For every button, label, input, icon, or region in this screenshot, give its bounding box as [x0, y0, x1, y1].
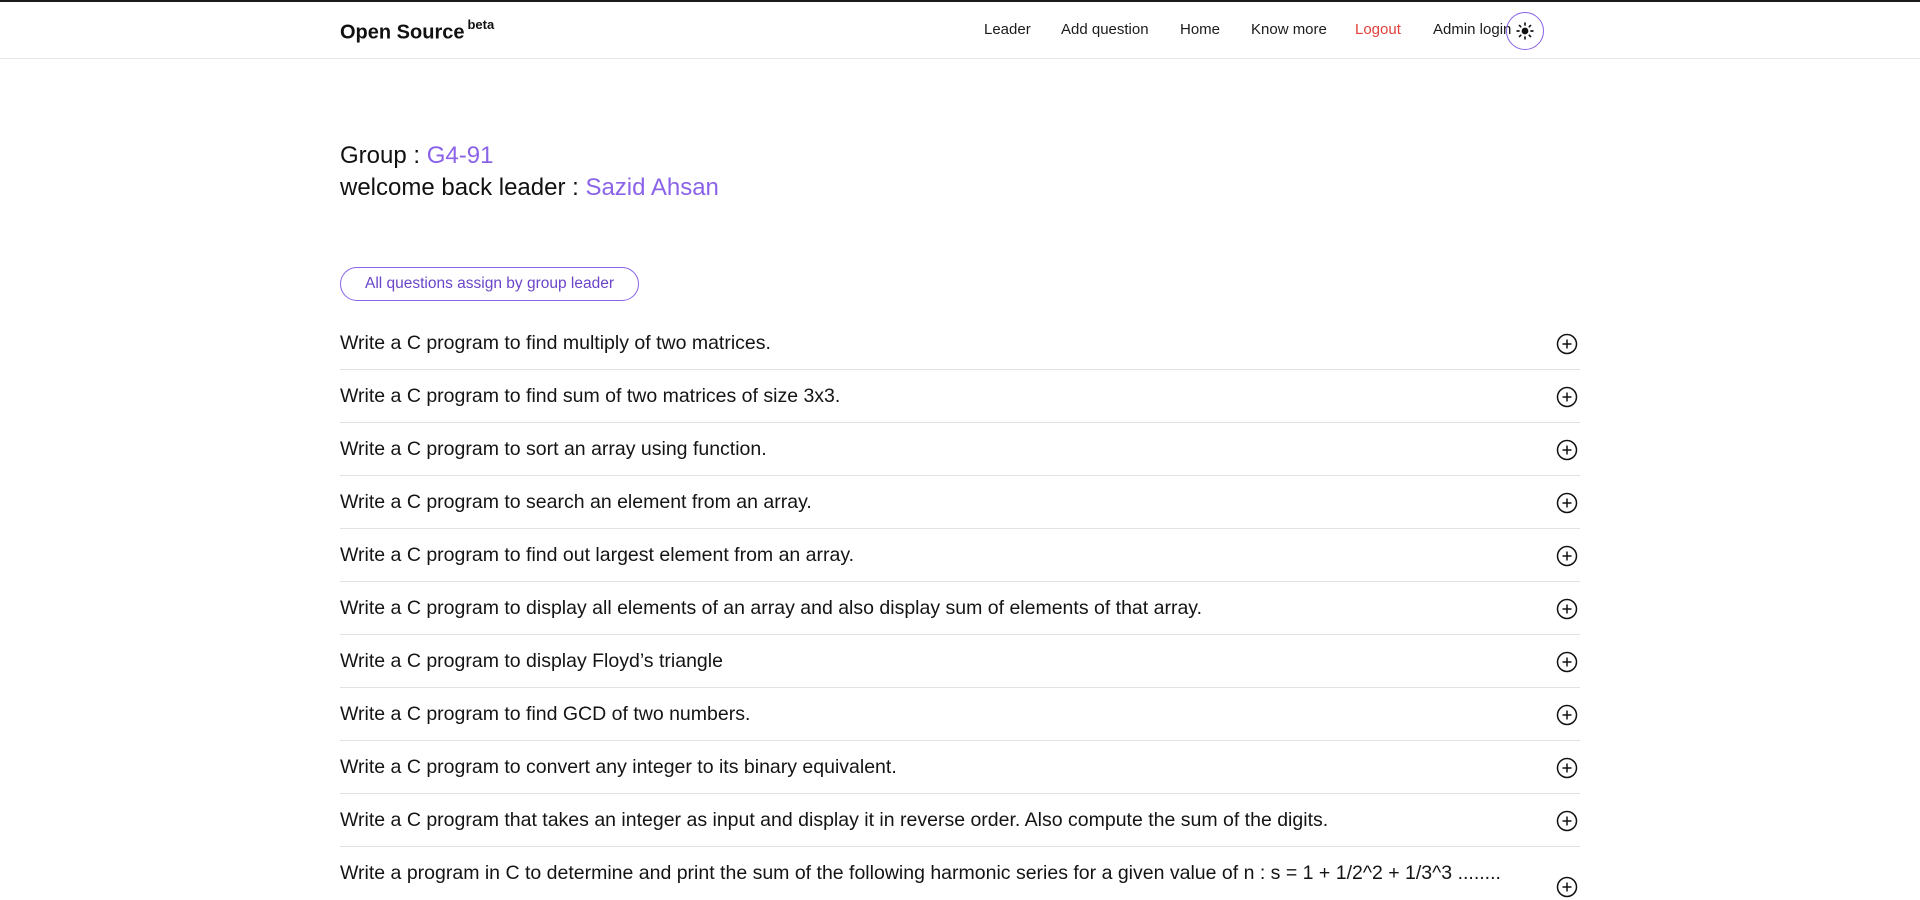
question-item[interactable]: Write a C program to find multiply of tw…	[340, 317, 1580, 370]
expand-plus-icon[interactable]	[1556, 704, 1578, 726]
question-item[interactable]: Write a C program to display all element…	[340, 582, 1580, 635]
nav-links: Leader Add question Home Know more Logou…	[0, 21, 1920, 45]
expand-plus-icon[interactable]	[1556, 439, 1578, 461]
question-item[interactable]: Write a C program to find GCD of two num…	[340, 688, 1580, 741]
question-text: Write a C program to find sum of two mat…	[340, 384, 841, 407]
question-item[interactable]: Write a C program to find out largest el…	[340, 529, 1580, 582]
questions-header-pill[interactable]: All questions assign by group leader	[340, 267, 639, 301]
expand-plus-icon[interactable]	[1556, 333, 1578, 355]
question-text: Write a C program to display all element…	[340, 596, 1203, 619]
nav-link-admin-login[interactable]: Admin login	[1433, 21, 1511, 38]
welcome-label: welcome back leader :	[340, 174, 586, 201]
question-item[interactable]: Write a program in C to determine and pr…	[340, 847, 1580, 900]
question-item[interactable]: Write a C program that takes an integer …	[340, 794, 1580, 847]
question-item[interactable]: Write a C program to sort an array using…	[340, 423, 1580, 476]
expand-plus-icon[interactable]	[1556, 651, 1578, 673]
question-text: Write a C program to search an element f…	[340, 490, 812, 513]
question-item[interactable]: Write a C program to search an element f…	[340, 476, 1580, 529]
expand-plus-icon[interactable]	[1556, 810, 1578, 832]
nav-link-add-question[interactable]: Add question	[1061, 21, 1149, 38]
question-text: Write a C program to display Floyd’s tri…	[340, 649, 723, 672]
question-item[interactable]: Write a C program to convert any integer…	[340, 741, 1580, 794]
question-text: Write a C program to sort an array using…	[340, 437, 767, 460]
leader-name: Sazid Ahsan	[585, 174, 719, 201]
question-text: Write a C program that takes an integer …	[340, 808, 1329, 831]
question-text: Write a C program to find multiply of tw…	[340, 331, 771, 354]
welcome-line: welcome back leader : Sazid Ahsan	[340, 172, 719, 204]
group-label: Group :	[340, 142, 427, 169]
expand-plus-icon[interactable]	[1556, 545, 1578, 567]
question-text: Write a C program to convert any integer…	[340, 755, 897, 778]
group-line: Group : G4-91	[340, 140, 719, 172]
nav-link-logout[interactable]: Logout	[1355, 21, 1401, 38]
question-text: Write a C program to find out largest el…	[340, 543, 855, 566]
question-item[interactable]: Write a C program to display Floyd’s tri…	[340, 635, 1580, 688]
expand-plus-icon[interactable]	[1556, 598, 1578, 620]
group-value: G4-91	[426, 142, 494, 169]
greeting-block: Group : G4-91 welcome back leader : Sazi…	[340, 140, 719, 204]
navbar: Open Source beta Leader Add question Home…	[0, 2, 1920, 59]
nav-link-leader[interactable]: Leader	[984, 21, 1031, 38]
expand-plus-icon[interactable]	[1556, 757, 1578, 779]
nav-link-know-more[interactable]: Know more	[1251, 21, 1327, 38]
question-list: Write a C program to find multiply of tw…	[340, 317, 1580, 900]
question-item[interactable]: Write a C program to find sum of two mat…	[340, 370, 1580, 423]
theme-toggle-button[interactable]	[1506, 12, 1544, 50]
question-text: Write a C program to find GCD of two num…	[340, 702, 751, 725]
nav-link-home[interactable]: Home	[1180, 21, 1220, 38]
sun-icon	[1516, 22, 1534, 40]
expand-plus-icon[interactable]	[1556, 492, 1578, 514]
question-text: Write a program in C to determine and pr…	[340, 862, 1501, 884]
expand-plus-icon[interactable]	[1556, 876, 1578, 898]
expand-plus-icon[interactable]	[1556, 386, 1578, 408]
